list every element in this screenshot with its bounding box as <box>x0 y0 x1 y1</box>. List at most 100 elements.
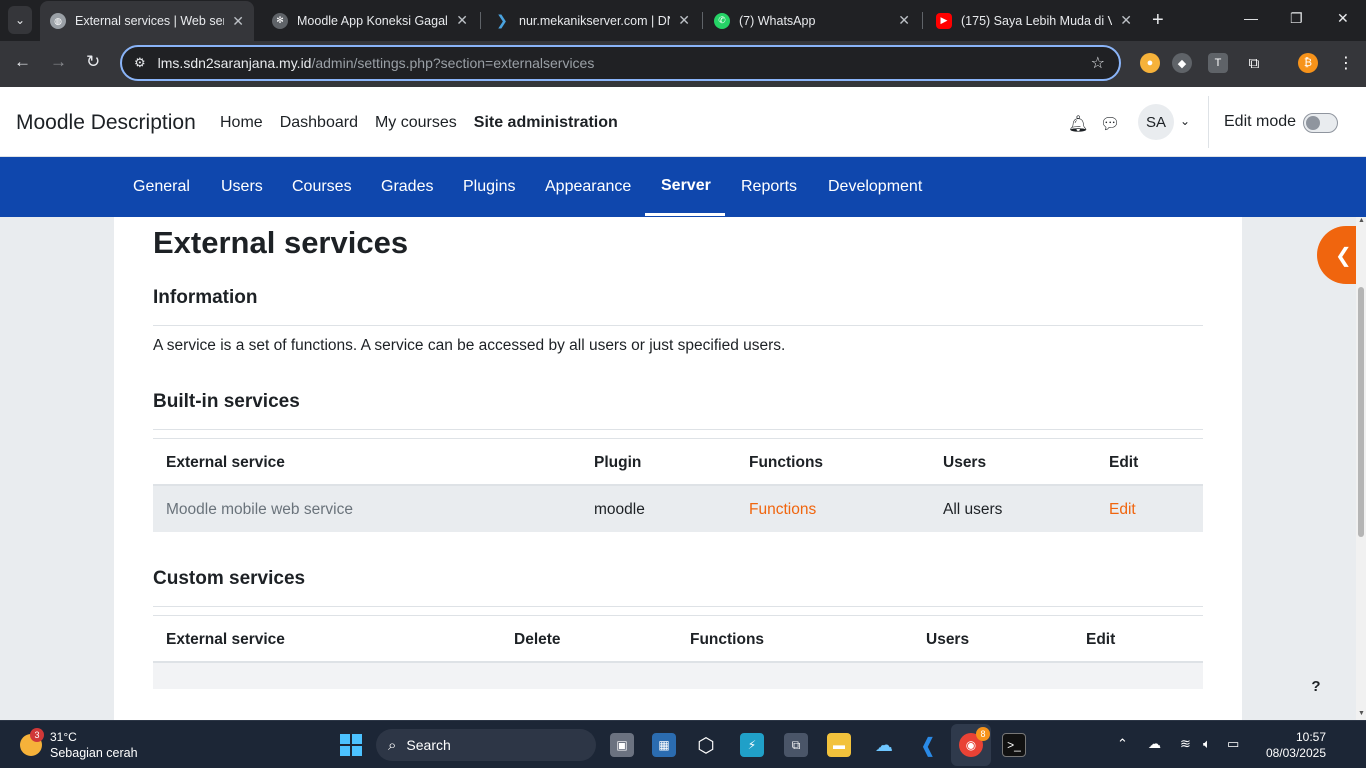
active-tab-underline <box>645 213 725 216</box>
nav-site-administration[interactable]: Site administration <box>474 114 618 132</box>
edit-mode-label: Edit mode <box>1224 113 1297 130</box>
extensions-puzzle-icon[interactable]: ⧉ <box>1244 53 1264 73</box>
col-edit: Edit <box>1109 454 1139 471</box>
tab-moodle-app[interactable]: ✻ Moodle App Koneksi Gagal ✕ <box>262 0 478 41</box>
lightning-app-icon[interactable]: ⚡ <box>740 733 764 757</box>
windows-start-icon[interactable] <box>340 734 362 756</box>
builtin-services-table: External service Plugin Functions Users … <box>153 438 1203 534</box>
vscode-icon[interactable]: ❰ <box>916 733 940 757</box>
scroll-down-arrow-icon[interactable]: ▼ <box>1358 710 1365 717</box>
page-scrollbar[interactable]: ▲ ▼ <box>1356 217 1366 720</box>
taskbar-search-box[interactable]: ⌕ Search <box>376 729 596 761</box>
browser-menu-icon[interactable]: ⋮ <box>1336 53 1356 73</box>
nav-home[interactable]: Home <box>220 114 263 132</box>
secnav-courses[interactable]: Courses <box>292 178 352 196</box>
service-name: Moodle mobile web service <box>166 501 353 518</box>
messages-chat-icon[interactable]: 💬︎ <box>1100 114 1120 134</box>
user-menu-chevron-icon[interactable]: ⌄ <box>1180 114 1190 128</box>
extension-t-icon[interactable]: T <box>1208 53 1228 73</box>
vscode-chevron-favicon-icon: ❯ <box>496 12 508 28</box>
close-tab-icon[interactable]: ✕ <box>1120 12 1132 29</box>
task-view-icon[interactable]: ▣ <box>610 733 634 757</box>
volume-icon[interactable]: 🔈︎ <box>1203 736 1211 752</box>
minimize-window-icon[interactable]: — <box>1244 10 1258 26</box>
windows-taskbar: 3 31°C Sebagian cerah ⌕ Search ▣ ▦ ⬡ ⚡ ⧉… <box>0 720 1366 768</box>
col-users: Users <box>926 631 970 648</box>
network-app-icon[interactable]: ⧉ <box>784 733 808 757</box>
secnav-reports[interactable]: Reports <box>741 178 797 196</box>
virtualbox-cube-icon[interactable]: ⬡ <box>694 733 718 757</box>
reload-icon[interactable]: ↻ <box>86 52 100 72</box>
secnav-development[interactable]: Development <box>828 178 922 196</box>
battery-icon[interactable]: ▭ <box>1227 736 1239 752</box>
edit-mode-toggle[interactable] <box>1303 113 1338 133</box>
custom-services-table: External service Delete Functions Users … <box>153 615 1203 689</box>
tab-search-chevron-icon[interactable]: ⌄ <box>8 6 32 34</box>
secnav-plugins[interactable]: Plugins <box>463 178 515 196</box>
functions-link[interactable]: Functions <box>749 501 816 519</box>
secnav-appearance[interactable]: Appearance <box>545 178 631 196</box>
col-functions: Functions <box>749 454 824 471</box>
close-tab-icon[interactable]: ✕ <box>898 12 910 29</box>
browser-toolbar: ← → ↻ ⚙ lms.sdn2saranjana.my.id/admin/se… <box>0 41 1366 87</box>
restore-window-icon[interactable]: ❐ <box>1290 10 1303 27</box>
scroll-up-arrow-icon[interactable]: ▲ <box>1358 217 1365 224</box>
page-title: External services <box>153 225 409 260</box>
tab-whatsapp[interactable]: ✆ (7) WhatsApp ✕ <box>704 0 920 41</box>
globe-favicon-icon: ◍ <box>50 13 66 29</box>
scrollbar-thumb[interactable] <box>1358 287 1364 537</box>
weather-temperature: 31°C <box>50 730 77 744</box>
information-heading: Information <box>153 287 258 308</box>
clock-time: 10:57 <box>1295 730 1326 744</box>
secnav-grades[interactable]: Grades <box>381 178 433 196</box>
url-host: lms.sdn2saranjana.my.id <box>157 55 312 71</box>
secondary-navigation: General Users Courses Grades Plugins App… <box>0 157 1366 217</box>
section-divider <box>153 429 1203 430</box>
browser-tab-strip: ⌄ ◍ External services | Web servic ✕ ✻ M… <box>0 0 1366 41</box>
tab-separator <box>922 12 923 29</box>
forward-arrow-icon[interactable]: → <box>50 52 67 72</box>
tab-separator <box>702 12 703 29</box>
tab-mekanikserver[interactable]: ❯ nur.mekanikserver.com | DN ✕ <box>484 0 700 41</box>
search-icon: ⌕ <box>388 736 397 754</box>
openai-favicon-icon: ✻ <box>272 12 288 29</box>
extension-block-icon[interactable]: ● <box>1140 53 1160 73</box>
custom-services-heading: Custom services <box>153 568 306 589</box>
site-info-icon[interactable]: ⚙ <box>134 55 146 71</box>
tab-youtube[interactable]: ▶ (175) Saya Lebih Muda di Vi ✕ <box>926 0 1142 41</box>
system-clock[interactable]: 10:57 08/03/2025 <box>1256 729 1326 761</box>
close-window-icon[interactable]: ✕ <box>1337 10 1349 27</box>
secnav-general[interactable]: General <box>133 178 190 196</box>
bitcoin-profile-icon[interactable]: ₿ <box>1298 53 1318 73</box>
wifi-icon[interactable]: ≋ <box>1180 736 1191 752</box>
cloud-app-icon[interactable]: ☁ <box>872 733 896 757</box>
tray-overflow-chevron-icon[interactable]: ⌃ <box>1117 736 1128 752</box>
new-tab-plus-icon[interactable]: + <box>1152 9 1164 32</box>
col-plugin: Plugin <box>594 454 642 471</box>
site-brand[interactable]: Moodle Description <box>16 111 196 135</box>
control-panel-icon[interactable]: ▦ <box>652 733 676 757</box>
clock-date: 08/03/2025 <box>1265 746 1326 760</box>
service-users: All users <box>943 501 1003 518</box>
user-avatar[interactable]: SA <box>1138 104 1174 140</box>
notifications-bell-icon[interactable]: 🔔︎ <box>1068 114 1088 134</box>
toggle-knob <box>1306 116 1320 130</box>
tray-cloud-icon[interactable]: ☁ <box>1148 736 1161 752</box>
nav-my-courses[interactable]: My courses <box>375 114 457 132</box>
secnav-server[interactable]: Server <box>661 177 711 195</box>
close-tab-icon[interactable]: ✕ <box>678 12 690 29</box>
close-tab-icon[interactable]: ✕ <box>456 12 468 29</box>
secnav-users[interactable]: Users <box>221 178 263 196</box>
back-arrow-icon[interactable]: ← <box>14 52 31 72</box>
col-external-service: External service <box>166 631 285 648</box>
help-button[interactable]: ? <box>1298 668 1334 704</box>
extension-shield-icon[interactable]: ◆ <box>1172 53 1192 73</box>
bookmark-star-icon[interactable]: ☆ <box>1091 53 1105 73</box>
tab-external-services[interactable]: ◍ External services | Web servic ✕ <box>40 1 254 41</box>
address-bar[interactable]: ⚙ lms.sdn2saranjana.my.id/admin/settings… <box>120 45 1121 81</box>
close-tab-icon[interactable]: ✕ <box>232 13 244 30</box>
edit-link[interactable]: Edit <box>1109 501 1136 519</box>
terminal-icon[interactable]: >_ <box>1002 733 1026 757</box>
file-explorer-icon[interactable]: ▬ <box>827 733 851 757</box>
nav-dashboard[interactable]: Dashboard <box>280 114 358 132</box>
